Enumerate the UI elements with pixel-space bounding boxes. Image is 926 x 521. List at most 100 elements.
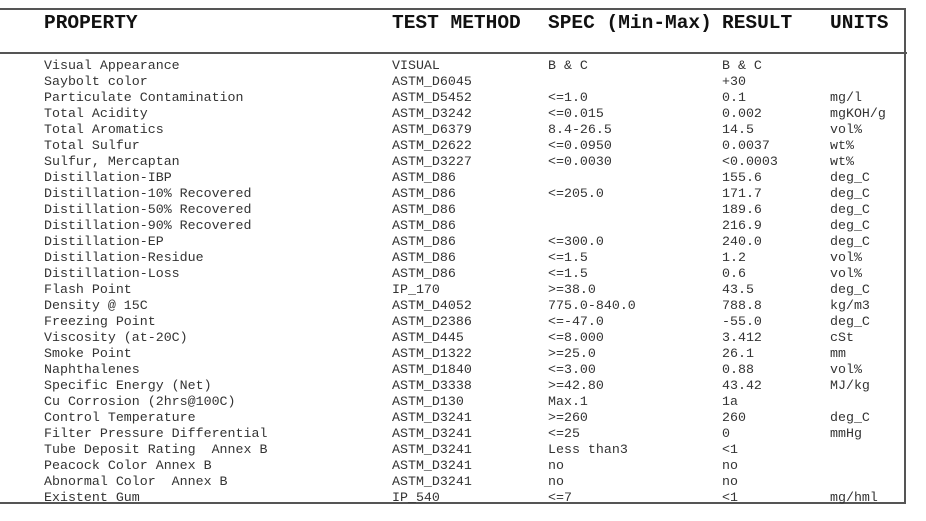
cell-spec: <=205.0 [548,186,604,201]
cell-property: Filter Pressure Differential [44,426,268,441]
cell-property: Cu Corrosion (2hrs@100C) [44,394,236,409]
table-row: Distillation-Residue ASTM_D86 <=1.5 1.2 vol% [0,250,906,266]
cell-property: Distillation-10% Recovered [44,186,252,201]
cell-result: 3.412 [722,330,762,345]
cell-spec: <=0.0030 [548,154,612,169]
cell-units: deg_C [830,218,870,233]
cell-test-method: ASTM_D2622 [392,138,472,153]
cell-test-method: ASTM_D3242 [392,106,472,121]
cell-property: Tube Deposit Rating Annex B [44,442,268,457]
cell-spec: <=1.5 [548,266,588,281]
cell-result: 155.6 [722,170,762,185]
cell-result: 0.0037 [722,138,770,153]
cell-test-method: ASTM_D6045 [392,74,472,89]
cell-result: -55.0 [722,314,762,329]
table-row: Control Temperature ASTM_D3241 >=260 260 deg… [0,410,906,426]
cell-result: 171.7 [722,186,762,201]
table-row: Abnormal Color Annex B ASTM_D3241 no no [0,474,906,490]
cell-result: 0.88 [722,362,754,377]
table-row: Distillation-50% Recovered ASTM_D86 189.6 d… [0,202,906,218]
table-row: Particulate Contamination ASTM_D5452 <=1.0… [0,90,906,106]
cell-test-method: ASTM_D6379 [392,122,472,137]
cell-result: <1 [722,490,738,505]
cell-result: 240.0 [722,234,762,249]
cell-property: Visual Appearance [44,58,180,73]
cell-property: Existent Gum [44,490,140,505]
cell-test-method: ASTM_D1840 [392,362,472,377]
cell-spec: <=8.000 [548,330,604,345]
cell-units: vol% [830,122,862,137]
table-row: Distillation-IBP ASTM_D86 155.6 deg_C [0,170,906,186]
cell-result: 1a [722,394,738,409]
cell-property: Distillation-EP [44,234,164,249]
cell-units: mgKOH/g [830,106,886,121]
cell-units: cSt [830,330,854,345]
cell-result: 0.6 [722,266,746,281]
cell-test-method: ASTM_D3227 [392,154,472,169]
cell-test-method: ASTM_D86 [392,202,456,217]
cell-result: 26.1 [722,346,754,361]
cell-spec: >=38.0 [548,282,596,297]
cell-units: vol% [830,266,862,281]
cell-spec: B & C [548,58,588,73]
header-property: PROPERTY [44,12,138,34]
table-row: Distillation-90% Recovered ASTM_D86 216.9 d… [0,218,906,234]
cell-result: 0 [722,426,730,441]
cell-property: Total Acidity [44,106,148,121]
cell-spec: <=0.015 [548,106,604,121]
header-divider [0,52,907,54]
cell-test-method: ASTM_D3241 [392,426,472,441]
cell-spec: >=42.80 [548,378,604,393]
cell-result: 14.5 [722,122,754,137]
cell-units: vol% [830,250,862,265]
cell-property: Viscosity (at-20C) [44,330,188,345]
cell-units: deg_C [830,186,870,201]
cell-test-method: IP_170 [392,282,440,297]
cell-units: deg_C [830,234,870,249]
cell-test-method: ASTM_D3241 [392,410,472,425]
cell-result: no [722,474,738,489]
cell-spec: <=1.0 [548,90,588,105]
cell-units: deg_C [830,282,870,297]
table-row: Peacock Color Annex B ASTM_D3241 no no [0,458,906,474]
cell-result: B & C [722,58,762,73]
table-row: Freezing Point ASTM_D2386 <=-47.0 -55.0 deg_… [0,314,906,330]
cell-result: +30 [722,74,746,89]
cell-test-method: VISUAL [392,58,440,73]
cell-units: wt% [830,154,854,169]
cell-spec: <=0.0950 [548,138,612,153]
cell-test-method: ASTM_D3338 [392,378,472,393]
cell-units: wt% [830,138,854,153]
cell-property: Smoke Point [44,346,132,361]
table-row: Total Sulfur ASTM_D2622 <=0.0950 0.0037 wt% [0,138,906,154]
table-row: Smoke Point ASTM_D1322 >=25.0 26.1 mm [0,346,906,362]
cell-property: Particulate Contamination [44,90,244,105]
cell-test-method: ASTM_D4052 [392,298,472,313]
table-row: Filter Pressure Differential ASTM_D3241 <=… [0,426,906,442]
cell-units: deg_C [830,170,870,185]
cell-spec: <=25 [548,426,580,441]
cell-units: deg_C [830,314,870,329]
cell-units: mm [830,346,846,361]
cell-spec: <=-47.0 [548,314,604,329]
cell-result: <0.0003 [722,154,778,169]
cell-result: 260 [722,410,746,425]
cell-test-method: ASTM_D3241 [392,474,472,489]
table-row: Existent Gum IP_540 <=7 <1 mg/hml [0,490,906,506]
header-result: RESULT [722,12,793,34]
cell-test-method: ASTM_D86 [392,266,456,281]
cell-units: vol% [830,362,862,377]
cell-units: MJ/kg [830,378,870,393]
cell-test-method: ASTM_D1322 [392,346,472,361]
cell-test-method: ASTM_D130 [392,394,464,409]
cell-spec: no [548,474,564,489]
table-row: Flash Point IP_170 >=38.0 43.5 deg_C [0,282,906,298]
cell-result: 189.6 [722,202,762,217]
cell-spec: Max.1 [548,394,588,409]
cell-spec: Less than3 [548,442,628,457]
cell-property: Total Aromatics [44,122,164,137]
cell-units: mg/l [830,90,862,105]
cell-property: Total Sulfur [44,138,140,153]
cell-property: Distillation-90% Recovered [44,218,252,233]
cell-test-method: IP_540 [392,490,440,505]
